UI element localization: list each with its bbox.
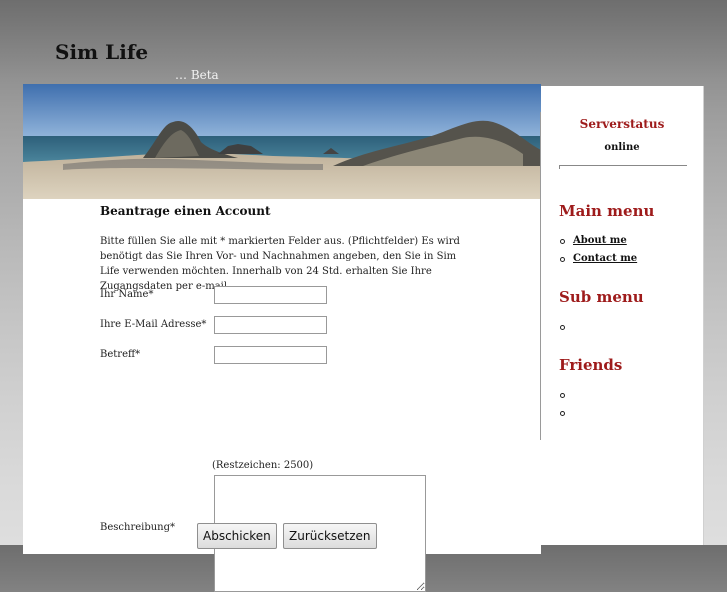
main-menu-title: Main menu — [559, 202, 655, 220]
description-label: Beschreibung* — [100, 522, 176, 533]
main-content: Beantrage einen Account Bitte füllen Sie… — [23, 84, 541, 592]
char-counter: (Restzeichen: 2500) — [212, 460, 314, 471]
submit-button[interactable]: Abschicken — [197, 523, 277, 549]
main-menu-item-about: About me — [559, 235, 637, 253]
server-status-value: online — [604, 142, 640, 153]
form-intro-text: Bitte füllen Sie alle mit * markierten F… — [100, 236, 460, 292]
name-input[interactable] — [214, 286, 327, 304]
name-label: Ihr Name* — [100, 289, 154, 300]
sub-menu-title: Sub menu — [559, 288, 644, 306]
friends-title: Friends — [559, 356, 623, 374]
subject-label: Betreff* — [100, 349, 141, 360]
sidebar: Serverstatus online Main menu About me C… — [541, 86, 704, 545]
email-label: Ihre E-Mail Adresse* — [100, 319, 207, 330]
reset-button[interactable]: Zurücksetzen — [283, 523, 377, 549]
status-divider-tick — [559, 165, 560, 169]
form-title: Beantrage einen Account — [100, 204, 271, 218]
landscape-banner-image — [23, 84, 541, 199]
subject-input[interactable] — [214, 346, 327, 364]
server-status-title: Serverstatus — [579, 117, 665, 131]
about-me-link[interactable]: About me — [573, 235, 627, 246]
main-menu-item-contact: Contact me — [559, 253, 637, 271]
account-form: Beantrage einen Account Bitte füllen Sie… — [100, 204, 480, 592]
status-divider — [559, 165, 687, 166]
site-title: Sim Life — [55, 40, 149, 64]
site-subtitle: … Beta — [175, 68, 219, 82]
email-input[interactable] — [214, 316, 327, 334]
main-menu-list: About me Contact me — [559, 235, 637, 271]
contact-me-link[interactable]: Contact me — [573, 253, 637, 264]
